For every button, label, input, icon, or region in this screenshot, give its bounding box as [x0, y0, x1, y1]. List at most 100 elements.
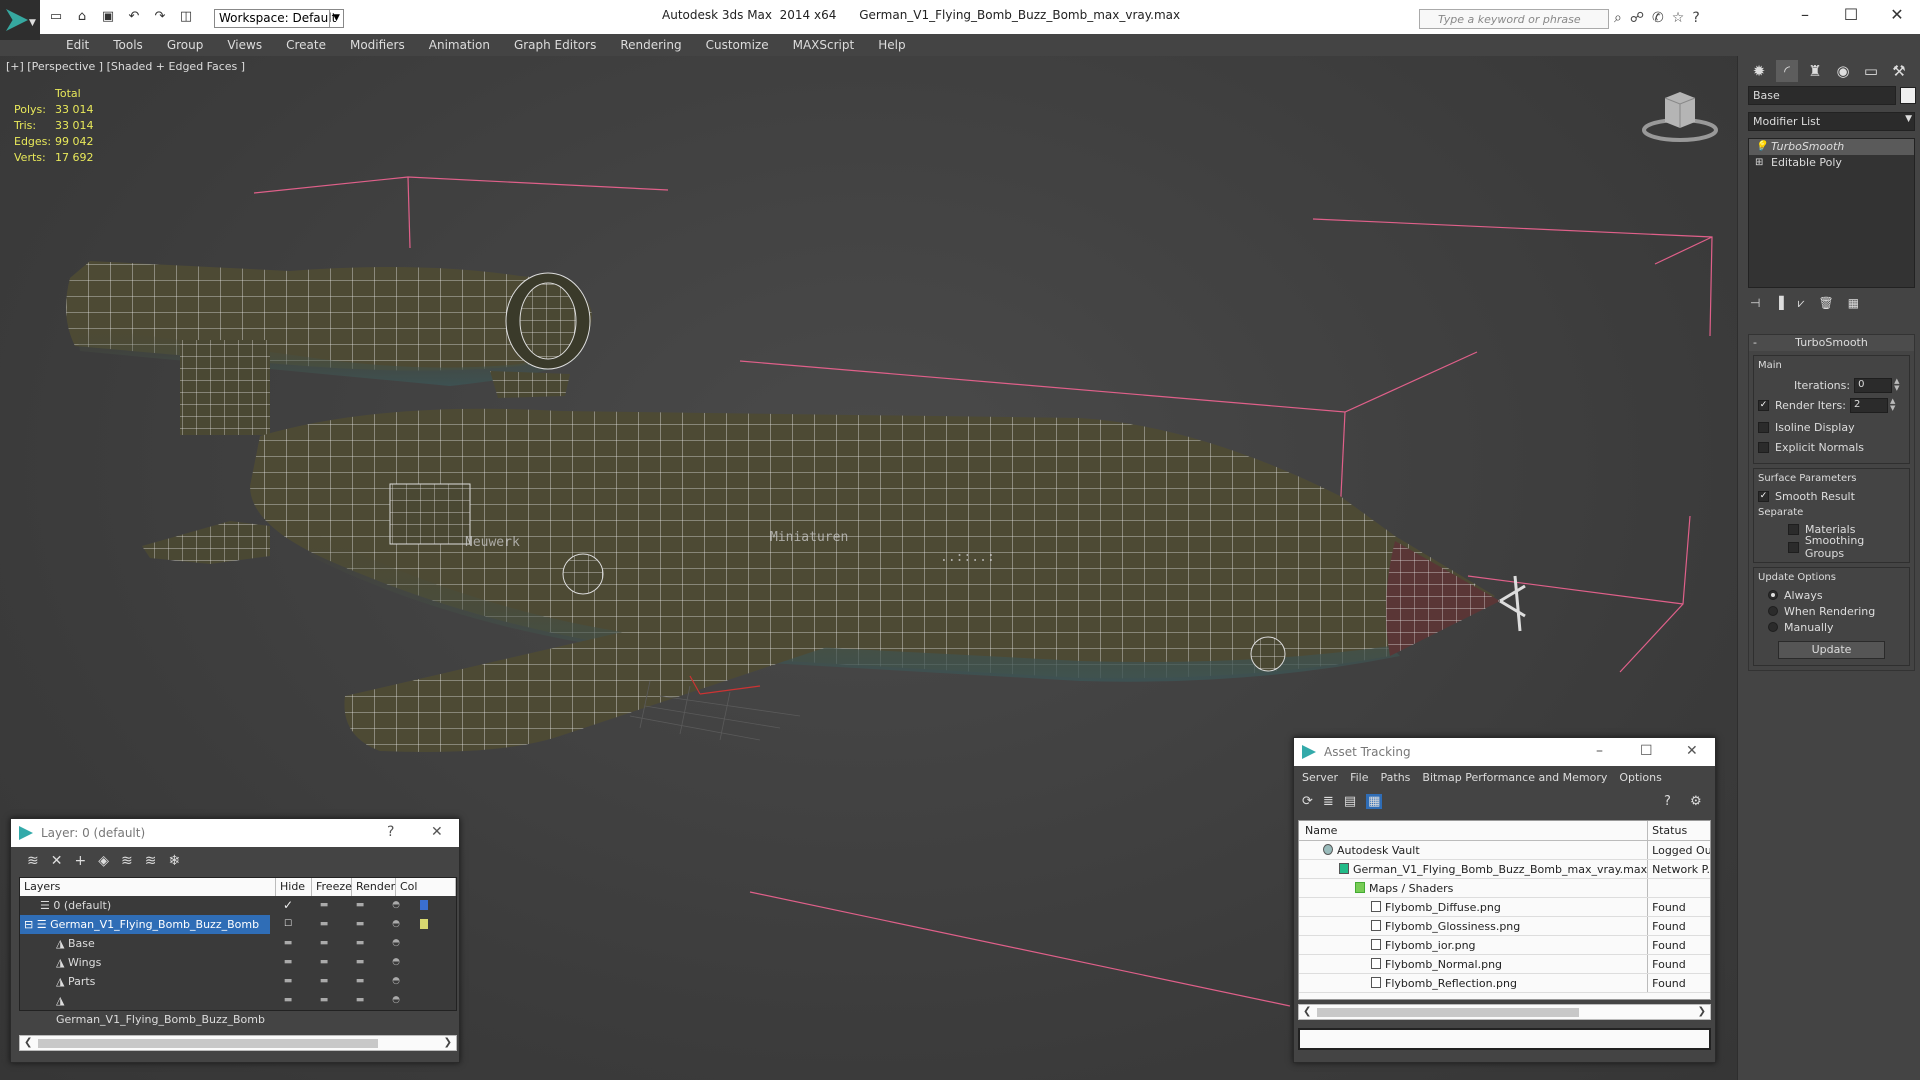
table-row[interactable]: Flybomb_Normal.png Found	[1299, 955, 1710, 974]
make-unique-icon[interactable]: ⩗	[1798, 296, 1805, 311]
asset-window-titlebar[interactable]: Asset Tracking – ☐ ✕	[1294, 738, 1715, 766]
isoline-display-checkbox[interactable]	[1758, 421, 1769, 433]
menu-bitmap-performance[interactable]: Bitmap Performance and Memory	[1422, 771, 1607, 784]
menu-paths[interactable]: Paths	[1381, 771, 1411, 784]
menu-group[interactable]: Group	[155, 38, 216, 52]
menu-file[interactable]: File	[1350, 771, 1368, 784]
maximize-icon[interactable]: ☐	[1640, 743, 1653, 759]
spinner-arrows-icon[interactable]: ▲ ▼	[1894, 378, 1899, 392]
render-teapot-icon[interactable]: ◓	[378, 934, 414, 953]
render-teapot-icon[interactable]: ◓	[378, 953, 414, 972]
settings-help-icon[interactable]: ⚙	[1690, 794, 1702, 809]
stack-item-editable-poly[interactable]: ⊞ Editable Poly	[1749, 155, 1914, 171]
table-row[interactable]: Flybomb_Reflection.png Found	[1299, 974, 1710, 993]
stack-item-turbosmooth[interactable]: 💡 TurboSmooth	[1749, 139, 1914, 155]
render-teapot-icon[interactable]: ◓	[378, 896, 414, 915]
minimize-button[interactable]: –	[1782, 0, 1828, 32]
rollout-header[interactable]: - TurboSmooth	[1749, 335, 1914, 351]
object-color-swatch[interactable]	[1900, 87, 1916, 104]
modify-tab-icon[interactable]: ◜	[1776, 60, 1798, 82]
close-button[interactable]: ✕	[1874, 0, 1920, 32]
utilities-tab-icon[interactable]: ⚒	[1888, 60, 1910, 82]
scroll-left-icon[interactable]: ❮	[24, 1036, 32, 1050]
open-file-icon[interactable]: ⌂	[74, 8, 90, 24]
table-row[interactable]: ⊟ ☰ German_V1_Flying_Bomb_Buzz_Bomb ☐ ▬ ▬…	[20, 915, 456, 934]
horizontal-scrollbar[interactable]: ❮ ❯	[1298, 1004, 1711, 1020]
render-teapot-icon[interactable]: ◓	[378, 915, 414, 934]
new-file-icon[interactable]: ▭	[48, 8, 64, 24]
render-iters-input[interactable]: 2	[1849, 397, 1888, 413]
iterations-input[interactable]: 0	[1854, 377, 1893, 393]
when-rendering-radio[interactable]	[1768, 606, 1778, 616]
remove-modifier-icon[interactable]: 🗑	[1818, 296, 1833, 311]
table-row[interactable]: ◮ German_V1_Flying_Bomb_Buzz_Bomb ▬ ▬ ▬ ◓	[20, 991, 456, 1026]
table-row[interactable]: ☰ 0 (default) ✓ ▬ ▬ ◓	[20, 896, 456, 915]
explicit-normals-checkbox[interactable]	[1758, 441, 1769, 453]
object-name-field[interactable]: Base	[1748, 86, 1896, 105]
binoculars-icon[interactable]: ⌕	[1614, 10, 1622, 26]
display-tab-icon[interactable]: ▭	[1860, 60, 1882, 82]
lightbulb-icon[interactable]: 💡	[1755, 139, 1767, 155]
menu-animation[interactable]: Animation	[417, 38, 502, 52]
spinner-arrows-icon[interactable]: ▲ ▼	[1890, 398, 1895, 412]
close-icon[interactable]: ✕	[1686, 743, 1698, 759]
freeze-layers-icon[interactable]: ❄	[168, 853, 180, 869]
table-row[interactable]: Flybomb_Diffuse.png Found	[1299, 898, 1710, 917]
search-input[interactable]: Type a keyword or phrase	[1419, 9, 1609, 29]
menu-maxscript[interactable]: MAXScript	[781, 38, 867, 52]
materials-checkbox[interactable]	[1788, 523, 1799, 535]
pin-stack-icon[interactable]: ⊣	[1750, 296, 1760, 311]
menu-create[interactable]: Create	[274, 38, 338, 52]
close-icon[interactable]: ✕	[431, 824, 443, 840]
thumbnail-view-icon[interactable]: ▤	[1344, 794, 1356, 809]
app-logo-icon[interactable]: ▼	[0, 0, 40, 40]
table-row[interactable]: Flybomb_ior.png Found	[1299, 936, 1710, 955]
active-layer-checkmark-icon[interactable]: ✓	[270, 896, 306, 915]
update-button[interactable]: Update	[1778, 641, 1885, 659]
create-layer-icon[interactable]: +	[74, 853, 86, 869]
render-iters-checkbox[interactable]: ✓	[1758, 399, 1769, 411]
motion-tab-icon[interactable]: ◉	[1832, 60, 1854, 82]
menu-rendering[interactable]: Rendering	[608, 38, 693, 52]
modifier-list-dropdown[interactable]: Modifier List ▼	[1748, 112, 1915, 131]
redo-icon[interactable]: ↷	[152, 8, 168, 24]
create-tab-icon[interactable]: ✹	[1748, 60, 1770, 82]
undo-icon[interactable]: ↶	[126, 8, 142, 24]
layer-color-swatch[interactable]	[420, 900, 428, 910]
scroll-left-icon[interactable]: ❮	[1303, 1005, 1311, 1019]
menu-graph-editors[interactable]: Graph Editors	[502, 38, 608, 52]
help-query-icon[interactable]: ?	[1664, 794, 1671, 809]
scroll-right-icon[interactable]: ❯	[1698, 1005, 1706, 1019]
table-row[interactable]: Maps / Shaders	[1299, 879, 1710, 898]
table-view-icon[interactable]: ▦	[1366, 793, 1383, 809]
layer-window-titlebar[interactable]: Layer: 0 (default) ? ✕	[11, 819, 459, 847]
menu-edit[interactable]: Edit	[54, 38, 101, 52]
viewport-label[interactable]: [+] [Perspective ] [Shaded + Edged Faces…	[6, 60, 245, 73]
subscription-icon[interactable]: ☍	[1630, 10, 1644, 26]
render-teapot-icon[interactable]: ◓	[378, 972, 414, 991]
make-current-icon[interactable]: ☐	[270, 915, 306, 934]
menu-server[interactable]: Server	[1302, 771, 1338, 784]
smooth-result-checkbox[interactable]: ✓	[1758, 490, 1769, 502]
refresh-icon[interactable]: ⟳	[1302, 794, 1313, 809]
menu-tools[interactable]: Tools	[101, 38, 155, 52]
menu-help[interactable]: Help	[866, 38, 917, 52]
smoothing-groups-checkbox[interactable]	[1788, 541, 1799, 553]
delete-layer-icon[interactable]: ✕	[51, 853, 63, 869]
workspace-dropdown[interactable]: Workspace: Default ▼	[214, 9, 344, 28]
expand-plus-icon[interactable]: ⊞	[1755, 155, 1763, 171]
horizontal-scrollbar[interactable]: ❮ ❯	[19, 1035, 457, 1051]
viewcube-icon[interactable]	[1640, 86, 1720, 146]
table-row[interactable]: ◮ Base ▬ ▬ ▬ ◓	[20, 934, 456, 953]
manually-radio[interactable]	[1768, 622, 1778, 632]
select-objects-icon[interactable]: ◈	[98, 853, 109, 869]
hide-layers-icon[interactable]: ≋	[145, 853, 157, 869]
configure-sets-icon[interactable]: ▦	[1848, 296, 1859, 311]
highlight-layer-icon[interactable]: ≋	[121, 853, 133, 869]
help-button[interactable]: ?	[387, 824, 394, 840]
help-icon[interactable]: ?	[1692, 10, 1699, 26]
scroll-right-icon[interactable]: ❯	[444, 1036, 452, 1050]
menu-modifiers[interactable]: Modifiers	[338, 38, 417, 52]
menu-options[interactable]: Options	[1619, 771, 1661, 784]
hierarchy-tab-icon[interactable]: ♜	[1804, 60, 1826, 82]
